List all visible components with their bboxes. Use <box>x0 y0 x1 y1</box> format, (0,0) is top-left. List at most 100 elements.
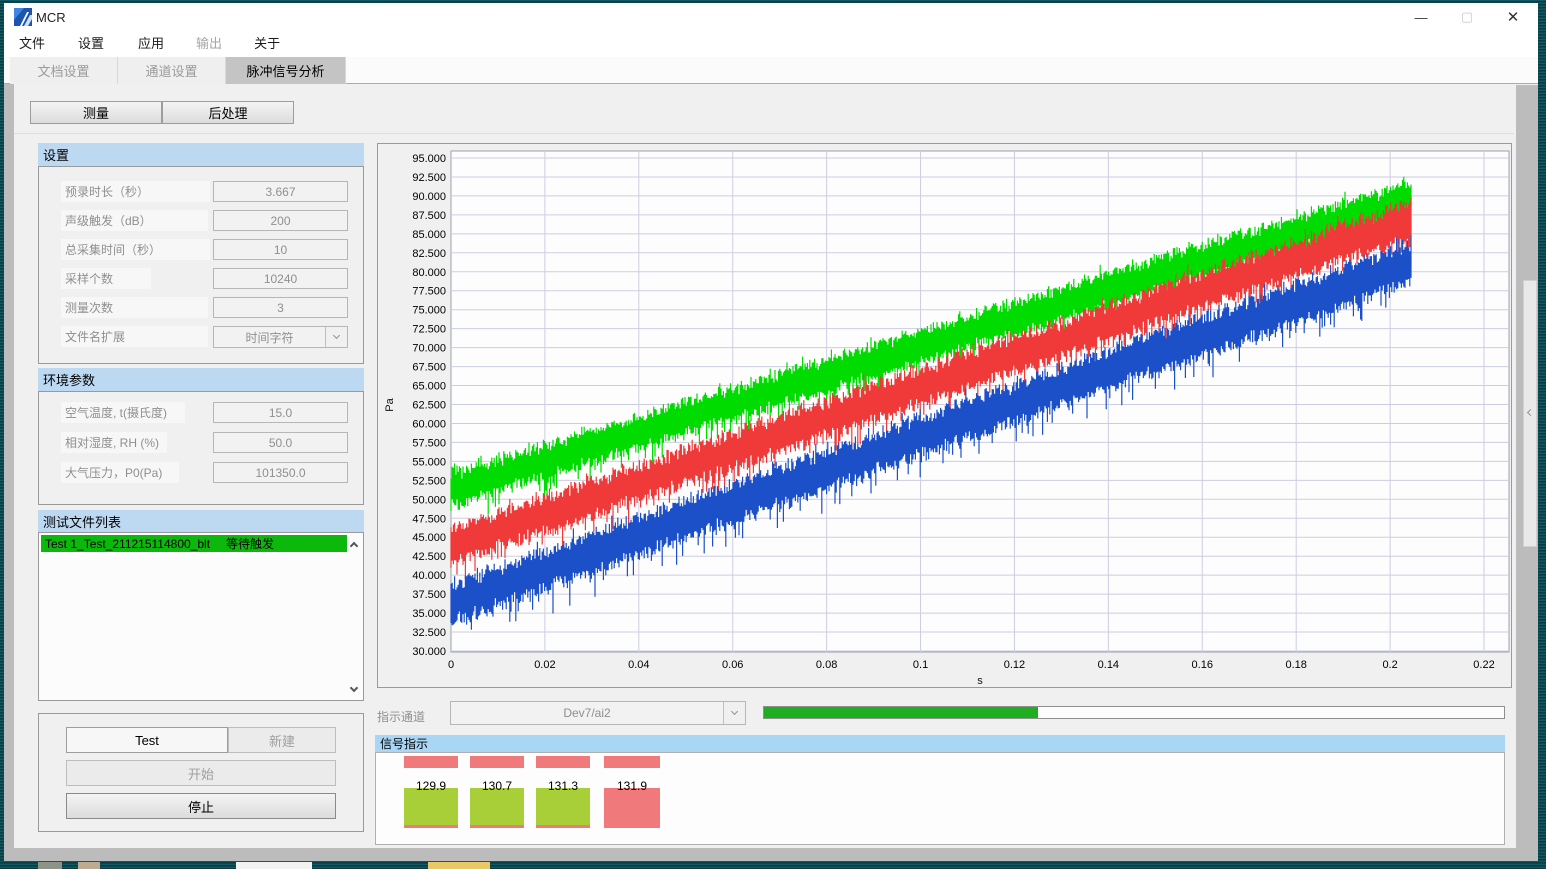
right-splitter-handle[interactable] <box>1523 280 1537 547</box>
svg-text:0.2: 0.2 <box>1382 659 1397 671</box>
settings-panel-header: 设置 <box>38 143 364 166</box>
svg-text:45.000: 45.000 <box>412 532 446 544</box>
svg-text:0.16: 0.16 <box>1192 659 1213 671</box>
progress-bar-fill <box>764 707 1038 718</box>
signal-block-3 <box>536 788 590 828</box>
tab-document-settings[interactable]: 文档设置 <box>10 57 118 84</box>
subtab-measure[interactable]: 测量 <box>30 101 162 124</box>
svg-text:47.500: 47.500 <box>412 513 446 525</box>
minimize-button[interactable]: — <box>1398 3 1444 31</box>
svg-text:72.500: 72.500 <box>412 324 446 336</box>
svg-text:65.000: 65.000 <box>412 381 446 393</box>
close-icon: ✕ <box>1507 8 1520 26</box>
signal-block-1 <box>404 788 458 828</box>
signal-value-1: 129.9 <box>404 779 458 793</box>
svg-text:75.000: 75.000 <box>412 305 446 317</box>
svg-text:0: 0 <box>448 659 454 671</box>
menu-item-about[interactable]: 关于 <box>241 31 293 57</box>
signal-value-2: 130.7 <box>470 779 524 793</box>
indicator-channel-dropdown[interactable]: Dev7/ai2 <box>450 701 746 725</box>
field-value-humidity[interactable]: 50.0 <box>213 432 348 453</box>
scroll-up-icon <box>350 541 358 549</box>
field-label-filename-ext: 文件名扩展 <box>61 326 208 347</box>
field-label-sample-count: 采样个数 <box>61 268 151 289</box>
scroll-down-icon <box>350 683 358 691</box>
tab-strip: 文档设置 通道设置 脉冲信号分析 <box>4 57 1538 84</box>
indicator-channel-dropdown-button[interactable] <box>723 702 745 724</box>
field-value-pressure[interactable]: 101350.0 <box>213 462 348 483</box>
signal-value-3: 131.3 <box>536 779 590 793</box>
field-label-prerecord: 预录时长（秒） <box>61 181 210 202</box>
menu-item-file[interactable]: 文件 <box>6 31 58 57</box>
chevron-down-icon <box>333 332 340 339</box>
taskbar-fragment <box>78 862 100 869</box>
svg-text:37.500: 37.500 <box>412 589 446 601</box>
stop-button[interactable]: 停止 <box>66 793 336 819</box>
svg-text:0.08: 0.08 <box>816 659 837 671</box>
start-button[interactable]: 开始 <box>66 760 336 786</box>
svg-text:95.000: 95.000 <box>412 153 446 165</box>
svg-text:Pa: Pa <box>384 397 396 411</box>
filename-ext-dropdown[interactable]: 时间字符 <box>213 326 348 348</box>
field-label-air-temp: 空气温度, t(摄氏度) <box>61 402 185 423</box>
field-value-level-trigger[interactable]: 200 <box>213 210 348 231</box>
taskbar-fragment <box>236 862 312 869</box>
subtab-postprocess[interactable]: 后处理 <box>162 101 294 124</box>
window-title: MCR <box>36 10 66 25</box>
filename-ext-dropdown-button[interactable] <box>325 327 347 347</box>
menu-item-settings[interactable]: 设置 <box>65 31 117 57</box>
svg-text:42.500: 42.500 <box>412 551 446 563</box>
svg-text:60.000: 60.000 <box>412 418 446 430</box>
svg-text:0.14: 0.14 <box>1098 659 1119 671</box>
close-button[interactable]: ✕ <box>1490 3 1536 31</box>
svg-text:92.500: 92.500 <box>412 172 446 184</box>
filename-ext-value: 时间字符 <box>214 329 325 346</box>
signal-block-2 <box>470 788 524 828</box>
svg-text:0.1: 0.1 <box>913 659 928 671</box>
file-list-row[interactable]: Test 1_Test_211215114800_blt 等待触发 <box>41 535 347 552</box>
field-value-air-temp[interactable]: 15.0 <box>213 402 348 423</box>
svg-text:82.500: 82.500 <box>412 248 446 260</box>
scroll-up-button[interactable] <box>346 536 362 552</box>
svg-text:32.500: 32.500 <box>412 627 446 639</box>
tab-pulse-signal-analysis[interactable]: 脉冲信号分析 <box>226 57 346 84</box>
svg-text:90.000: 90.000 <box>412 191 446 203</box>
indicator-channel-value: Dev7/ai2 <box>451 706 723 720</box>
new-button[interactable]: 新建 <box>228 727 336 753</box>
indicator-channel-label: 指示通道 <box>377 708 425 725</box>
svg-text:s: s <box>977 675 983 687</box>
svg-text:30.000: 30.000 <box>412 646 446 658</box>
svg-text:0.04: 0.04 <box>628 659 649 671</box>
maximize-icon: ▢ <box>1461 9 1473 25</box>
file-list[interactable]: Test 1_Test_211215114800_blt 等待触发 <box>38 532 364 701</box>
window-left-border <box>4 84 14 861</box>
file-name: Test 1_Test_211215114800_blt <box>45 537 210 551</box>
field-label-humidity: 相对湿度, RH (%) <box>61 432 167 453</box>
signal-top-bar-2 <box>470 756 524 768</box>
svg-text:0.18: 0.18 <box>1285 659 1306 671</box>
field-value-sample-count[interactable]: 10240 <box>213 268 348 289</box>
file-list-header: 测试文件列表 <box>38 510 364 532</box>
svg-text:0.12: 0.12 <box>1004 659 1025 671</box>
field-value-total-time[interactable]: 10 <box>213 239 348 260</box>
svg-text:50.000: 50.000 <box>412 494 446 506</box>
svg-text:67.500: 67.500 <box>412 362 446 374</box>
svg-text:80.000: 80.000 <box>412 267 446 279</box>
menu-item-apply[interactable]: 应用 <box>125 31 177 57</box>
taskbar-fragment <box>428 862 490 869</box>
menu-item-output[interactable]: 输出 <box>183 31 235 57</box>
maximize-button[interactable]: ▢ <box>1444 3 1490 31</box>
svg-text:52.500: 52.500 <box>412 475 446 487</box>
svg-text:85.000: 85.000 <box>412 229 446 241</box>
svg-text:77.500: 77.500 <box>412 286 446 298</box>
field-label-measure-count: 测量次数 <box>61 297 208 318</box>
tab-channel-settings[interactable]: 通道设置 <box>118 57 226 84</box>
test-name-field[interactable]: Test <box>66 727 228 753</box>
scroll-down-button[interactable] <box>346 681 362 697</box>
svg-text:0.06: 0.06 <box>722 659 743 671</box>
field-value-measure-count[interactable]: 3 <box>213 297 348 318</box>
pressure-time-chart: 30.00032.50035.00037.50040.00042.50045.0… <box>378 144 1511 687</box>
progress-bar <box>763 706 1505 719</box>
minimize-icon: — <box>1415 10 1428 25</box>
field-value-prerecord[interactable]: 3.667 <box>213 181 348 202</box>
